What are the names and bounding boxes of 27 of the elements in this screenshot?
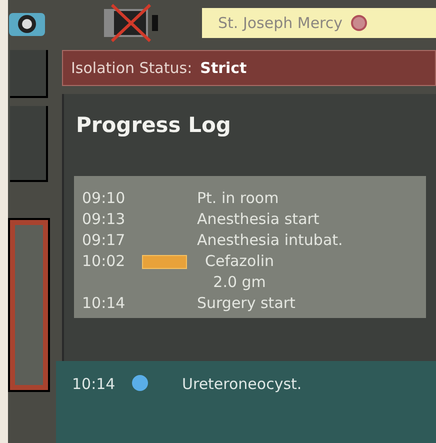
log-event: Cefazolin <box>205 251 274 272</box>
log-row[interactable]: 09:10 Pt. in room <box>82 188 418 209</box>
log-row[interactable]: 09:17 Anesthesia intubat. <box>82 230 418 251</box>
log-time: 09:13 <box>82 209 126 230</box>
log-time: 10:02 <box>82 251 126 272</box>
log-detail: 2.0 gm <box>213 272 266 293</box>
side-button[interactable] <box>10 106 48 182</box>
facility-name: St. Joseph Mercy <box>218 12 343 34</box>
log-event: Anesthesia intubat. <box>197 230 343 251</box>
isolation-label: Isolation Status: <box>71 58 192 79</box>
log-time: 10:14 <box>82 293 126 314</box>
log-row[interactable]: 09:13 Anesthesia start <box>82 209 418 230</box>
log-time: 09:10 <box>82 188 126 209</box>
side-panel[interactable] <box>10 220 48 390</box>
side-button[interactable] <box>10 50 48 98</box>
log-event: Ureteroneocyst. <box>182 374 302 395</box>
log-event: Pt. in room <box>197 188 279 209</box>
tag-icon <box>142 255 187 269</box>
log-time: 10:14 <box>72 374 116 395</box>
log-event: Surgery start <box>197 293 296 314</box>
log-row[interactable]: 10:02 Cefazolin 2.0 gm <box>82 251 418 293</box>
current-log-row[interactable]: 10:14 Ureteroneocyst. <box>56 361 436 443</box>
log-row[interactable]: 10:14 Surgery start <box>82 293 418 314</box>
log-event: Anesthesia start <box>197 209 320 230</box>
isolation-value: Strict <box>200 58 247 79</box>
log-time: 09:17 <box>82 230 126 251</box>
panel-title: Progress Log <box>75 112 232 139</box>
